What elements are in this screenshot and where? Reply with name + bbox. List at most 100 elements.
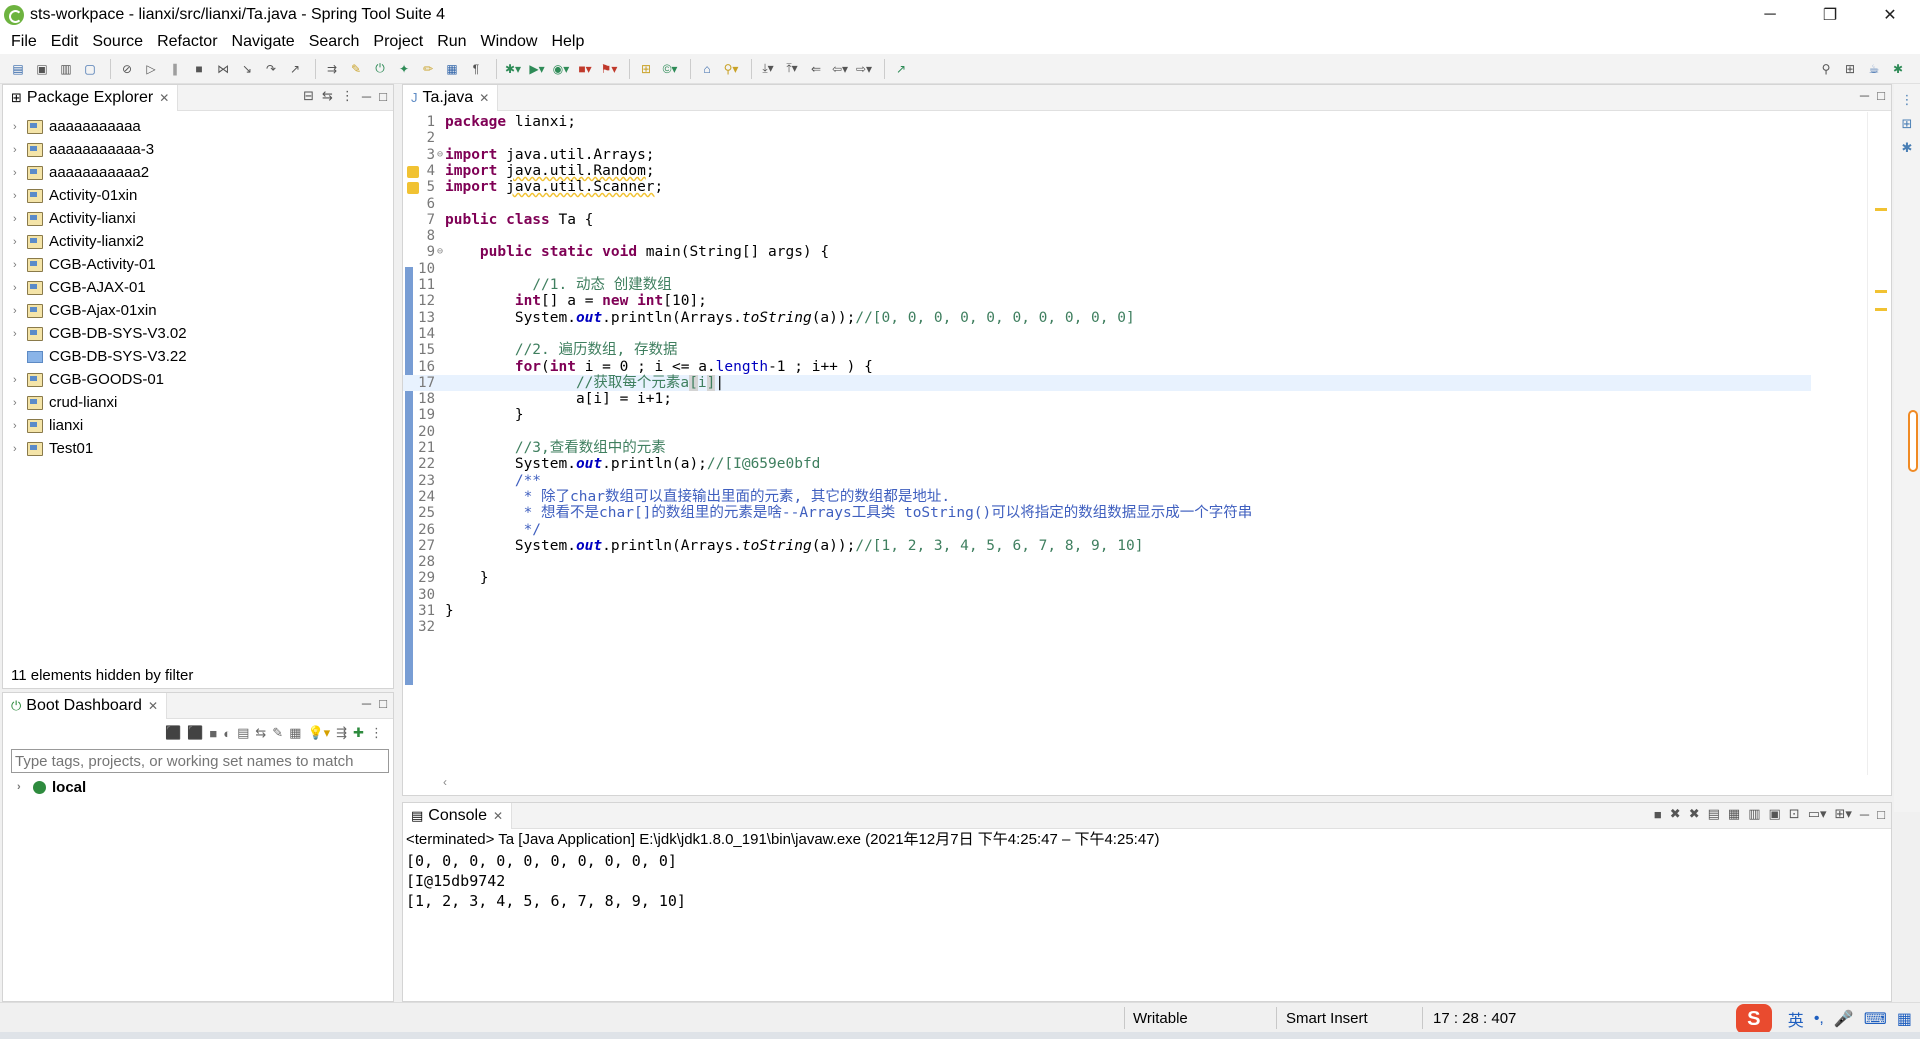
maximize-panel-icon[interactable]: □ xyxy=(379,696,387,711)
stop-icon[interactable]: ■▾ xyxy=(575,59,595,79)
open-icon[interactable]: ↗ xyxy=(891,59,911,79)
project-item[interactable]: › aaaaaaaaaaa xyxy=(3,115,393,138)
terminal-icon[interactable]: ▢ xyxy=(80,59,100,79)
project-item[interactable]: › lianxi xyxy=(3,414,393,437)
search-icon[interactable]: ⚲ xyxy=(1816,59,1836,79)
step-into-icon[interactable]: ↘ xyxy=(237,59,257,79)
code-line[interactable]: 5 import java.util.Scanner; xyxy=(403,179,1811,195)
package-explorer-tab[interactable]: ⊞ Package Explorer ✕ xyxy=(3,84,179,111)
code-line[interactable]: 32 xyxy=(403,619,1811,635)
display-console-icon[interactable]: ▭▾ xyxy=(1808,806,1827,822)
java-perspective-icon[interactable]: ☕ xyxy=(1864,59,1884,79)
code-line[interactable]: 3 ⊖ import java.util.Arrays; xyxy=(403,147,1811,163)
prev-annotation-icon[interactable]: ⤒▾ xyxy=(782,59,802,79)
last-edit-icon[interactable]: ⇐ xyxy=(806,59,826,79)
code-line[interactable]: 7 public class Ta { xyxy=(403,212,1811,228)
pin-icon[interactable]: ✦ xyxy=(394,59,414,79)
search-tool-icon[interactable]: ⚲▾ xyxy=(721,59,741,79)
project-item[interactable]: › CGB-DB-SYS-V3.02 xyxy=(3,322,393,345)
code-line[interactable]: 26 */ xyxy=(403,522,1811,538)
external-tools-icon[interactable]: ⚑▾ xyxy=(599,59,619,79)
chevron-right-icon[interactable]: › xyxy=(17,781,27,793)
highlight-icon[interactable]: ✏ xyxy=(418,59,438,79)
minimize-panel-icon[interactable]: ─ xyxy=(1860,88,1869,103)
chevron-right-icon[interactable]: › xyxy=(13,282,27,294)
console-icon[interactable]: ▤ xyxy=(237,725,249,741)
chevron-right-icon[interactable]: › xyxy=(13,443,27,455)
microphone-icon[interactable]: 🎤 xyxy=(1834,1009,1854,1029)
coverage-icon[interactable]: ◉▾ xyxy=(551,59,571,79)
code-line[interactable]: 14 xyxy=(403,326,1811,342)
menu-file[interactable]: File xyxy=(4,30,44,54)
clear-console-icon[interactable]: ▤ xyxy=(1708,806,1720,822)
code-area[interactable]: 1 package lianxi; 2 3 ⊖ import java.util.Arra… xyxy=(403,112,1811,775)
code-line[interactable]: 29 } xyxy=(403,570,1811,586)
code-line[interactable]: 28 xyxy=(403,554,1811,570)
save-icon[interactable]: ▣ xyxy=(32,59,52,79)
debug-perspective-icon[interactable]: ✱ xyxy=(1888,59,1908,79)
outline-icon[interactable]: ✱ xyxy=(1894,140,1920,156)
open-browser-icon[interactable]: ◐ xyxy=(223,726,231,741)
collapse-all-icon[interactable]: ⊟ xyxy=(303,88,314,104)
chevron-right-icon[interactable]: › xyxy=(13,121,27,133)
project-item[interactable]: › CGB-Activity-01 xyxy=(3,253,393,276)
boot-local-item[interactable]: › local xyxy=(3,775,393,799)
scroll-lock-icon[interactable]: ▦ xyxy=(1728,806,1740,822)
minimize-panel-icon[interactable]: ─ xyxy=(362,696,371,711)
open-type-icon[interactable]: ⌂ xyxy=(697,59,717,79)
next-annotation-icon[interactable]: ⤓▾ xyxy=(758,59,778,79)
mark-icon[interactable]: ✎ xyxy=(346,59,366,79)
project-item[interactable]: › Activity-lianxi2 xyxy=(3,230,393,253)
editor-horizontal-scrollbar[interactable]: ‹ xyxy=(443,775,1851,795)
warning-icon[interactable] xyxy=(407,165,419,178)
code-line[interactable]: 30 xyxy=(403,587,1811,603)
menu-window[interactable]: Window xyxy=(474,30,545,54)
code-line[interactable]: 9 ⊖ public static void main(String[] args… xyxy=(403,244,1811,260)
minimize-button[interactable]: ─ xyxy=(1740,0,1800,30)
boot-dashboard-tab[interactable]: ⏻ Boot Dashboard ✕ xyxy=(3,692,167,719)
view-menu-icon[interactable]: ⋮ xyxy=(341,88,354,104)
project-item[interactable]: › aaaaaaaaaaa-3 xyxy=(3,138,393,161)
forward-icon[interactable]: ⇨▾ xyxy=(854,59,874,79)
view-menu-icon[interactable]: ⋮ xyxy=(370,725,383,741)
restore-button[interactable]: ❐ xyxy=(1800,0,1860,30)
code-line[interactable]: 19 } xyxy=(403,407,1811,423)
project-item[interactable]: › Activity-lianxi xyxy=(3,207,393,230)
console-output[interactable]: [0, 0, 0, 0, 0, 0, 0, 0, 0, 0] [I@15db974… xyxy=(403,851,1891,911)
maximize-panel-icon[interactable]: □ xyxy=(1877,807,1885,822)
restore-icon[interactable]: ⊞ xyxy=(1894,116,1920,132)
close-tab-icon[interactable]: ✕ xyxy=(479,91,489,105)
save-all-icon[interactable]: ▥ xyxy=(56,59,76,79)
edit-icon[interactable]: ✎ xyxy=(272,725,283,741)
sogou-ime-icon[interactable]: S xyxy=(1735,1004,1772,1034)
menu-navigate[interactable]: Navigate xyxy=(225,30,302,54)
menu-project[interactable]: Project xyxy=(366,30,430,54)
remove-all-icon[interactable]: ✖ xyxy=(1689,806,1700,822)
ime-menu-icon[interactable]: ▦ xyxy=(1897,1009,1912,1029)
project-item[interactable]: › CGB-GOODS-01 xyxy=(3,368,393,391)
run-icon[interactable]: ▶▾ xyxy=(527,59,547,79)
step-over-icon[interactable]: ↷ xyxy=(261,59,281,79)
code-line[interactable]: 18 a[i] = i+1; xyxy=(403,391,1811,407)
side-scroll-handle[interactable] xyxy=(1908,410,1918,472)
fold-icon[interactable]: ⊖ xyxy=(437,147,443,163)
code-line[interactable]: 22 System.out.println(a);//[I@659e0bfd xyxy=(403,456,1811,472)
boot-search-input[interactable] xyxy=(11,749,389,773)
new-icon[interactable]: ▤ xyxy=(8,59,28,79)
close-tab-icon[interactable]: ✕ xyxy=(159,91,169,105)
chevron-right-icon[interactable]: › xyxy=(13,420,27,432)
link-editor-icon[interactable]: ⇆ xyxy=(322,88,333,104)
back-icon[interactable]: ⇦▾ xyxy=(830,59,850,79)
terminate-icon[interactable]: ■ xyxy=(189,59,209,79)
chevron-right-icon[interactable]: › xyxy=(13,236,27,248)
code-line[interactable]: 17 //获取每个元素a[i]| xyxy=(403,374,1811,392)
stop-icon[interactable]: ■ xyxy=(209,726,217,741)
debug-icon[interactable]: ✱▾ xyxy=(503,59,523,79)
project-item[interactable]: › CGB-Ajax-01xin xyxy=(3,299,393,322)
perspective-icon[interactable]: ⊞ xyxy=(1840,59,1860,79)
minimize-panel-icon[interactable]: ─ xyxy=(1860,807,1869,822)
code-line[interactable]: 1 package lianxi; xyxy=(403,114,1811,130)
code-line[interactable]: 20 xyxy=(403,424,1811,440)
chevron-right-icon[interactable]: › xyxy=(13,190,27,202)
code-line[interactable]: 8 xyxy=(403,228,1811,244)
